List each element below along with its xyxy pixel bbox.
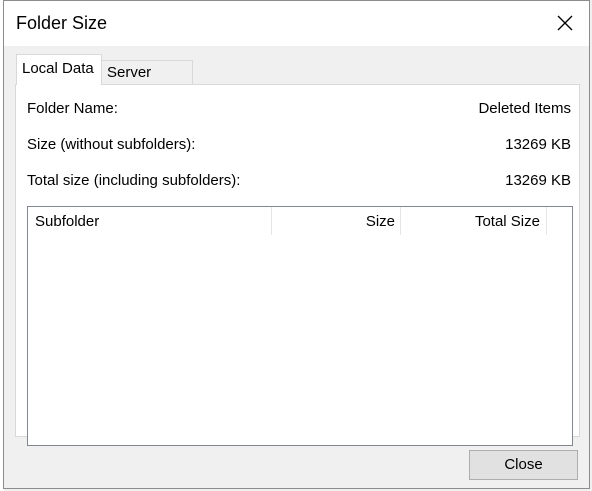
folder-size-dialog: Folder Size Local Data Server Data Folde… <box>3 0 590 489</box>
column-header-subfolder[interactable]: Subfolder <box>28 207 272 235</box>
total-size-label: Total size (including subfolders): <box>27 172 241 189</box>
tab-server-data[interactable]: Server Data <box>102 60 193 105</box>
total-size-value: 13269 KB <box>505 172 571 189</box>
close-icon[interactable] <box>555 13 575 33</box>
column-header-size[interactable]: Size <box>272 207 401 235</box>
title-bar: Folder Size <box>4 1 589 46</box>
folder-name-label: Folder Name: <box>27 100 118 117</box>
folder-name-value: Deleted Items <box>478 100 571 117</box>
size-label: Size (without subfolders): <box>27 136 196 153</box>
tab-panel-local-data: Folder Name: Deleted Items Size (without… <box>15 84 580 446</box>
close-button[interactable]: Close <box>469 450 578 480</box>
tab-local-data[interactable]: Local Data <box>16 54 102 85</box>
size-value: 13269 KB <box>505 136 571 153</box>
dialog-title: Folder Size <box>16 13 108 33</box>
screen: Folder Size Local Data Server Data Folde… <box>0 0 592 491</box>
subfolder-list[interactable]: Subfolder Size Total Size <box>27 206 573 446</box>
column-header-total-size[interactable]: Total Size <box>401 207 547 235</box>
